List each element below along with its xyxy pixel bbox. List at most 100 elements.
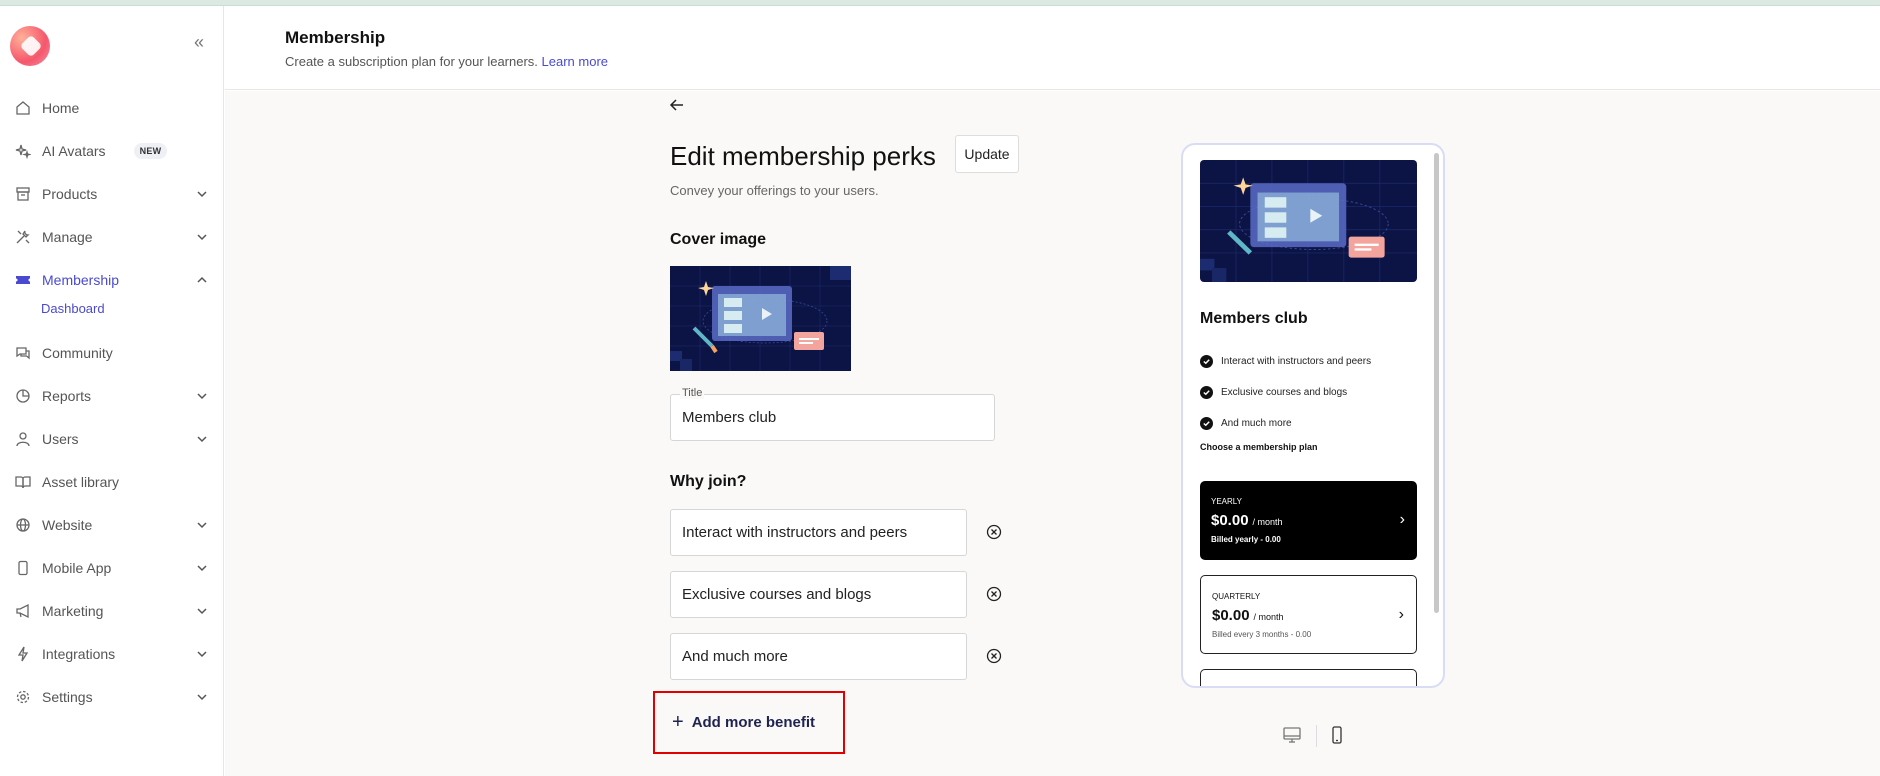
chevron-up-icon[interactable] bbox=[194, 272, 210, 288]
mobile-view-icon[interactable] bbox=[1327, 725, 1347, 745]
phone-icon bbox=[14, 559, 32, 577]
sidebar-item-label: AI Avatars bbox=[42, 142, 106, 159]
box-icon bbox=[14, 185, 32, 203]
preview-benefit-text: Interact with instructors and peers bbox=[1221, 355, 1372, 367]
plus-icon: + bbox=[672, 711, 684, 733]
sidebar: « Home AI Avatars NEW Products Manage Me… bbox=[0, 6, 224, 776]
gear-icon bbox=[14, 688, 32, 706]
sidebar-item-label: Membership bbox=[42, 271, 120, 288]
benefit-field[interactable]: Exclusive courses and blogs bbox=[670, 571, 967, 618]
sidebar-item-label: Manage bbox=[42, 228, 93, 245]
sidebar-item-asset-library[interactable]: Asset library bbox=[0, 460, 224, 503]
sidebar-item-manage[interactable]: Manage bbox=[0, 215, 224, 258]
why-join-label: Why join? bbox=[670, 473, 747, 490]
megaphone-icon bbox=[14, 602, 32, 620]
chevron-down-icon[interactable] bbox=[194, 186, 210, 202]
view-toggle-divider bbox=[1316, 725, 1317, 747]
remove-benefit-icon[interactable] bbox=[986, 586, 1002, 602]
sidebar-item-membership[interactable]: Membership bbox=[0, 258, 224, 301]
plan-price: $0.00/ month bbox=[1211, 512, 1283, 529]
preview-scrollbar[interactable] bbox=[1434, 153, 1439, 613]
sidebar-item-label: Reports bbox=[42, 387, 92, 404]
preview-cover-image bbox=[1200, 160, 1417, 282]
chevron-down-icon[interactable] bbox=[194, 431, 210, 447]
preview-benefit-text: And much more bbox=[1221, 417, 1292, 429]
plan-period: / month bbox=[1253, 612, 1284, 622]
sidebar-item-ai-avatars[interactable]: AI Avatars NEW bbox=[0, 129, 224, 172]
benefit-field[interactable]: Interact with instructors and peers bbox=[670, 509, 967, 556]
sidebar-item-users[interactable]: Users bbox=[0, 417, 224, 460]
choose-plan-label: Choose a membership plan bbox=[1200, 442, 1318, 452]
chevron-down-icon[interactable] bbox=[194, 560, 210, 576]
chevron-down-icon[interactable] bbox=[194, 603, 210, 619]
plan-billing: Billed yearly - 0.00 bbox=[1211, 535, 1281, 544]
add-more-benefit-button[interactable]: + Add more benefit bbox=[653, 691, 845, 754]
page-subtitle: Create a subscription plan for your lear… bbox=[285, 54, 608, 69]
remove-benefit-icon[interactable] bbox=[986, 524, 1002, 540]
sidebar-item-label: Mobile App bbox=[42, 559, 112, 576]
learn-more-link[interactable]: Learn more bbox=[542, 54, 608, 69]
user-icon bbox=[14, 430, 32, 448]
preview-benefit: Exclusive courses and blogs bbox=[1200, 384, 1347, 400]
pie-chart-icon bbox=[14, 387, 32, 405]
sidebar-subitem-dashboard[interactable]: Dashboard bbox=[0, 301, 224, 331]
add-benefit-label: Add more benefit bbox=[691, 714, 816, 731]
sidebar-item-home[interactable]: Home bbox=[0, 86, 224, 129]
check-icon bbox=[1200, 385, 1213, 399]
plan-price-value: $0.00 bbox=[1212, 607, 1250, 624]
chevron-down-icon[interactable] bbox=[194, 229, 210, 245]
sparkle-icon bbox=[14, 142, 32, 160]
sidebar-item-products[interactable]: Products bbox=[0, 172, 224, 215]
chevron-down-icon[interactable] bbox=[194, 388, 210, 404]
sidebar-item-integrations[interactable]: Integrations bbox=[0, 632, 224, 675]
sidebar-item-community[interactable]: Community bbox=[0, 331, 224, 374]
preview-benefit-text: Exclusive courses and blogs bbox=[1221, 386, 1348, 398]
sidebar-item-label: Products bbox=[42, 185, 98, 202]
plan-card-yearly[interactable]: YEARLY $0.00/ month Billed yearly - 0.00… bbox=[1200, 481, 1417, 560]
preview-benefit: And much more bbox=[1200, 415, 1292, 431]
plan-name: QUARTERLY bbox=[1212, 592, 1261, 601]
plan-price: $0.00/ month bbox=[1212, 607, 1284, 624]
sidebar-item-label: Users bbox=[42, 430, 79, 447]
cover-image-label: Cover image bbox=[670, 231, 767, 248]
page-title: Membership bbox=[285, 28, 386, 47]
sidebar-item-label: Community bbox=[42, 344, 113, 361]
tools-icon bbox=[14, 228, 32, 246]
update-button[interactable]: Update bbox=[955, 135, 1019, 173]
home-icon bbox=[14, 99, 32, 117]
chevron-right-icon: › bbox=[1398, 606, 1404, 623]
chevron-down-icon[interactable] bbox=[194, 517, 210, 533]
book-icon bbox=[14, 473, 32, 491]
preview-title: Members club bbox=[1200, 310, 1308, 327]
desktop-view-icon[interactable] bbox=[1282, 725, 1302, 745]
sidebar-item-settings[interactable]: Settings bbox=[0, 675, 224, 718]
plan-card-quarterly[interactable]: QUARTERLY $0.00/ month Billed every 3 mo… bbox=[1200, 575, 1417, 654]
plug-icon bbox=[14, 645, 32, 663]
back-arrow-icon[interactable] bbox=[669, 97, 685, 118]
title-field-label: Title bbox=[680, 387, 705, 399]
subtitle-text: Create a subscription plan for your lear… bbox=[285, 54, 538, 69]
editor-title: Edit membership perks bbox=[670, 141, 936, 171]
chevron-down-icon[interactable] bbox=[194, 689, 210, 705]
app-logo[interactable] bbox=[10, 26, 50, 66]
check-icon bbox=[1200, 354, 1213, 368]
check-icon bbox=[1200, 416, 1213, 430]
page-header: Membership Create a subscription plan fo… bbox=[225, 6, 1880, 90]
plan-card-partial[interactable] bbox=[1200, 669, 1417, 686]
benefit-field[interactable]: And much more bbox=[670, 633, 967, 680]
plan-name: YEARLY bbox=[1211, 497, 1242, 506]
sidebar-item-mobile-app[interactable]: Mobile App bbox=[0, 546, 224, 589]
plan-billing: Billed every 3 months - 0.00 bbox=[1212, 630, 1312, 639]
globe-icon bbox=[14, 516, 32, 534]
sidebar-item-website[interactable]: Website bbox=[0, 503, 224, 546]
remove-benefit-icon[interactable] bbox=[986, 648, 1002, 664]
title-field[interactable]: Members club bbox=[670, 394, 995, 441]
new-badge: NEW bbox=[133, 142, 168, 159]
collapse-sidebar-icon[interactable]: « bbox=[194, 32, 204, 53]
sidebar-item-reports[interactable]: Reports bbox=[0, 374, 224, 417]
chevron-down-icon[interactable] bbox=[194, 646, 210, 662]
sidebar-item-marketing[interactable]: Marketing bbox=[0, 589, 224, 632]
editor-description: Convey your offerings to your users. bbox=[670, 183, 879, 198]
cover-image[interactable] bbox=[670, 266, 851, 371]
chevron-right-icon: › bbox=[1399, 511, 1405, 528]
